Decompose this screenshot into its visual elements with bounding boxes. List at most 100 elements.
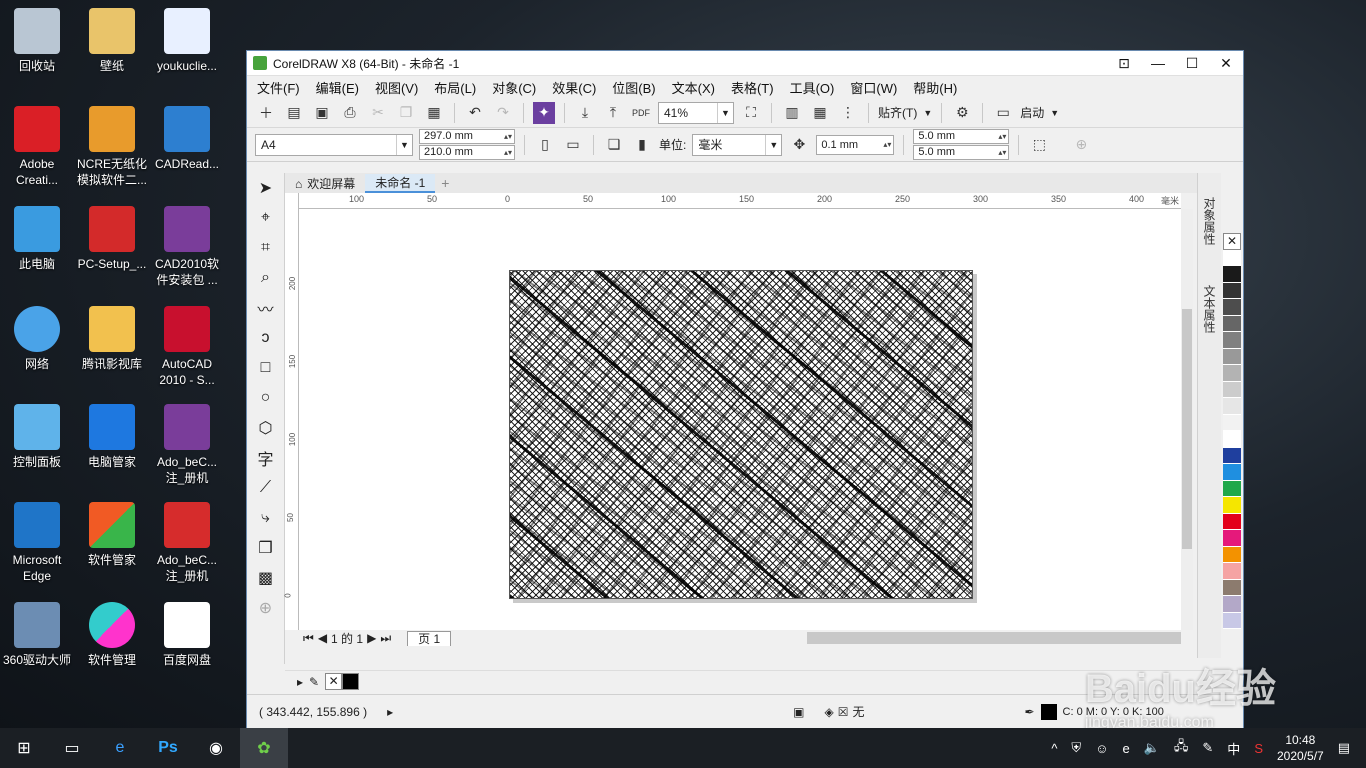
coreldraw-taskbar-icon[interactable]: ✿	[240, 728, 288, 768]
desktop-icon-ncre[interactable]: NCRE无纸化模拟软件二...	[75, 106, 149, 188]
shape-tool-icon[interactable]: ⌖	[247, 203, 284, 233]
palette-swatch[interactable]	[1223, 563, 1241, 580]
palette-swatch[interactable]	[1223, 414, 1241, 431]
application-launcher-icon[interactable]: ▭	[992, 102, 1014, 124]
paste-icon[interactable]: ▦	[423, 102, 445, 124]
export-icon[interactable]: ⤒	[602, 102, 624, 124]
volume-icon[interactable]: 🔈	[1144, 740, 1160, 756]
drawing-canvas[interactable]	[299, 209, 1181, 630]
desktop-icon-autocad[interactable]: AutoCAD 2010 - S...	[150, 306, 224, 388]
security-tray-icon[interactable]: ⛨	[1071, 740, 1081, 756]
show-hidden-icons-icon[interactable]: ^	[1051, 741, 1057, 756]
snap-to-button[interactable]: 贴齐(T)	[878, 104, 917, 121]
palette-swatch[interactable]	[1223, 530, 1241, 547]
redo-icon[interactable]: ↷	[492, 102, 514, 124]
transparency-tool-icon[interactable]: ▩	[247, 563, 284, 593]
docker-tab-text-properties[interactable]: 文本属性	[1201, 285, 1218, 333]
zoom-tool-icon[interactable]: ⌕	[247, 263, 284, 293]
photo-app-taskbar-icon[interactable]: ◉	[192, 728, 240, 768]
palette-swatch[interactable]	[1223, 612, 1241, 629]
palette-expand-icon[interactable]: ▸	[297, 675, 303, 689]
units-select[interactable]: 毫米 ▼	[692, 133, 783, 156]
palette-swatch[interactable]	[1223, 447, 1241, 464]
artistic-media-tool-icon[interactable]: ↄ	[247, 323, 284, 353]
palette-swatch[interactable]	[1223, 249, 1241, 266]
drawing-page-crosshatch-pattern[interactable]	[509, 270, 973, 599]
page-border-icon[interactable]: ⬚	[1028, 134, 1050, 156]
portrait-icon[interactable]: ▯	[534, 134, 556, 156]
scrollbar-thumb[interactable]	[1182, 309, 1192, 549]
rectangle-tool-icon[interactable]: □	[247, 353, 284, 383]
menu-window[interactable]: 窗口(W)	[850, 78, 897, 97]
desktop-icon-pc-setup[interactable]: PC-Setup_...	[75, 206, 149, 272]
desktop-icon-this-pc[interactable]: 此电脑	[0, 206, 74, 272]
task-view-icon[interactable]: ▭	[48, 728, 96, 768]
ellipse-tool-icon[interactable]: ○	[247, 383, 284, 413]
palette-swatch[interactable]	[1223, 546, 1241, 563]
menu-view[interactable]: 视图(V)	[375, 78, 418, 97]
search-content-icon[interactable]: ✦	[533, 101, 555, 124]
sogou-ime-icon[interactable]: S	[1254, 741, 1263, 756]
desktop-icon-software-mgmt[interactable]: 软件管理	[75, 602, 149, 668]
open-folder-icon[interactable]: ▤	[283, 102, 305, 124]
palette-swatch[interactable]	[1223, 480, 1241, 497]
clock[interactable]: 10:48 2020/5/7	[1277, 732, 1324, 764]
new-tab-icon[interactable]: +	[435, 174, 455, 193]
close-button[interactable]: ✕	[1209, 55, 1243, 72]
horizontal-ruler[interactable]: 100 50 0 50 100 150 200 250 300 350 400 …	[299, 193, 1181, 209]
desktop-icon-pc-manager[interactable]: 电脑管家	[75, 404, 149, 470]
current-page-icon[interactable]: ▮	[631, 134, 653, 156]
add-preset-icon[interactable]: ⊕	[1070, 134, 1092, 156]
palette-swatch[interactable]	[1223, 332, 1241, 349]
desktop-icon-baidu-netdisk[interactable]: 百度网盘	[150, 602, 224, 668]
freehand-tool-icon[interactable]: 〰	[247, 293, 284, 323]
launch-button[interactable]: 启动	[1020, 104, 1044, 121]
minimize-button[interactable]: —	[1141, 55, 1175, 71]
browser-tray-icon[interactable]: e	[1122, 741, 1129, 756]
desktop-icon-tencent-video[interactable]: 腾讯影视库	[75, 306, 149, 372]
desktop-icon-software-manager[interactable]: 软件管家	[75, 502, 149, 568]
menu-text[interactable]: 文本(X)	[672, 78, 715, 97]
expand-icon[interactable]: ▸	[387, 705, 393, 719]
show-rulers-icon[interactable]: ▥	[781, 102, 803, 124]
menu-tools[interactable]: 工具(O)	[790, 78, 835, 97]
options-gear-icon[interactable]: ⚙	[951, 102, 973, 124]
pen-tray-icon[interactable]: ✎	[1202, 740, 1213, 756]
palette-swatch[interactable]	[1223, 266, 1241, 283]
edge-taskbar-icon[interactable]: e	[96, 728, 144, 768]
docker-tab-object-properties[interactable]: 对象属性	[1201, 197, 1218, 245]
page-width-field[interactable]: 297.0 mm	[419, 129, 515, 144]
desktop-icon-keygen-2[interactable]: Ado_beC... 注_册机	[150, 502, 224, 584]
nudge-distance-field[interactable]: 0.1 mm	[816, 134, 895, 155]
vertical-scrollbar[interactable]	[1181, 209, 1193, 630]
palette-swatch[interactable]	[1223, 398, 1241, 415]
palette-swatch[interactable]	[1223, 579, 1241, 596]
vertical-ruler[interactable]: 200 150 100 50 0	[284, 193, 299, 630]
show-grid-icon[interactable]: ▦	[809, 102, 831, 124]
desktop-icon-wallpaper[interactable]: 壁纸	[75, 8, 149, 74]
next-page-icon[interactable]: ▶	[367, 631, 376, 645]
palette-swatch[interactable]	[1223, 365, 1241, 382]
notifications-icon[interactable]: ▤	[1338, 740, 1350, 756]
landscape-icon[interactable]: ▭	[562, 134, 584, 156]
pdf-icon[interactable]: PDF	[630, 102, 652, 124]
tab-untitled-1[interactable]: 未命名 -1	[365, 174, 436, 193]
desktop-icon-cad2010-pkg[interactable]: CAD2010软件安装包 ...	[150, 206, 224, 288]
palette-swatch[interactable]	[1223, 497, 1241, 514]
ime-indicator[interactable]: 中	[1227, 739, 1240, 758]
polygon-tool-icon[interactable]: ⬡	[247, 413, 284, 443]
eyedropper-icon[interactable]: ✎	[309, 675, 319, 689]
menu-layout[interactable]: 布局(L)	[434, 78, 476, 97]
prev-page-icon[interactable]: ◀	[318, 631, 327, 645]
full-screen-icon[interactable]: ⛶	[740, 102, 762, 124]
tab-welcome-screen[interactable]: ⌂ 欢迎屏幕	[285, 174, 365, 193]
qq-tray-icon[interactable]: ☺	[1095, 741, 1108, 756]
maximize-button[interactable]: ☐	[1175, 55, 1209, 72]
palette-swatch[interactable]	[1223, 348, 1241, 365]
duplicate-y-field[interactable]: 5.0 mm	[913, 145, 1010, 160]
account-icon[interactable]: ⊡	[1107, 55, 1141, 72]
palette-swatch[interactable]	[1223, 513, 1241, 530]
desktop-icon-edge[interactable]: Microsoft Edge	[0, 502, 74, 584]
desktop-icon-network[interactable]: 网络	[0, 306, 74, 372]
desktop-icon-control-panel[interactable]: 控制面板	[0, 404, 74, 470]
